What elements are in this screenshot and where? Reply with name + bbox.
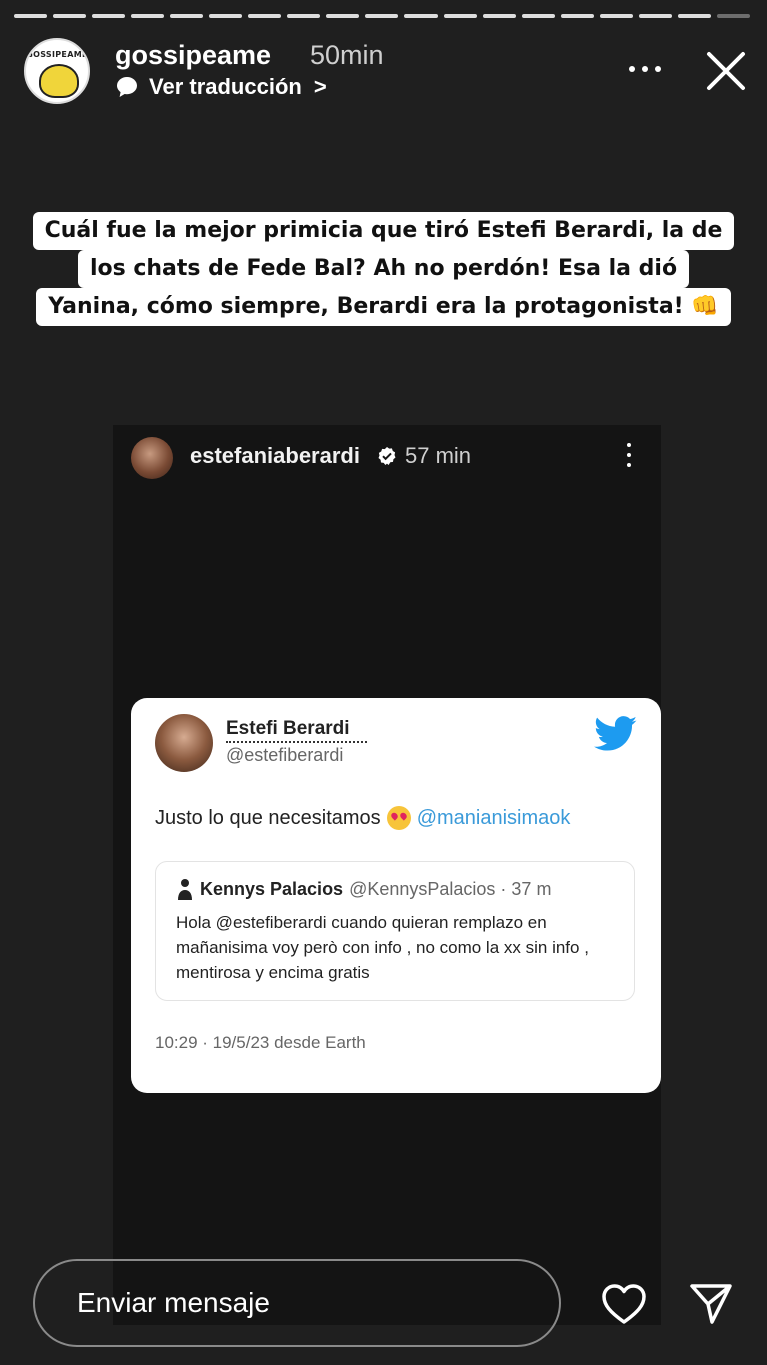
quoted-tweet-header: Kennys Palacios @KennysPalacios · 37 m (176, 878, 551, 900)
progress-segment (443, 14, 477, 18)
story-caption: Cuál fue la mejor primicia que tiró Este… (22, 212, 745, 326)
heart-eyes-emoji-icon (386, 806, 411, 830)
tweet-body: Justo lo que necesitamos (155, 806, 381, 829)
send-message-placeholder: Enviar mensaje (77, 1287, 270, 1318)
tweet-avatar (155, 714, 213, 772)
account-username[interactable]: gossipeame (115, 40, 271, 71)
progress-segment (326, 14, 360, 18)
verified-icon (378, 447, 396, 465)
chevron-right-icon: > (313, 74, 327, 99)
progress-segment (53, 14, 87, 18)
user-silhouette-icon (178, 879, 192, 900)
translate-link[interactable]: Ver traducción > (115, 74, 327, 100)
progress-segment (404, 14, 438, 18)
twitter-bird-icon (594, 716, 637, 751)
heart-icon[interactable] (600, 1282, 648, 1326)
tweet-mention: @manianisimaok (416, 806, 571, 829)
progress-segment (170, 14, 204, 18)
progress-segment (560, 14, 594, 18)
shared-post-username[interactable]: estefaniaberardi (190, 443, 360, 469)
tweet-text: Justo lo que necesitamos @manianisimaok (155, 806, 570, 830)
shared-post-time: 57 min (405, 443, 472, 468)
caption-line: Yanina, cómo siempre, Berardi era la pro… (36, 288, 731, 326)
progress-segment (14, 14, 48, 18)
speech-bubble-icon (117, 77, 137, 97)
account-logo-figure (39, 64, 79, 98)
story-time: 50min (310, 40, 384, 70)
progress-segment (248, 14, 282, 18)
name-scribble (226, 741, 367, 743)
progress-segment (638, 14, 672, 18)
quoted-tweet: Kennys Palacios @KennysPalacios · 37 m H… (155, 861, 635, 1001)
caption-line: los chats de Fede Bal? Ah no perdón! Esa… (77, 250, 690, 288)
tweet-author-handle: @estefiberardi (226, 745, 344, 765)
quoted-author-meta: @KennysPalacios · 37 m (349, 878, 552, 899)
account-logo-text: GOSSIPEAME (26, 50, 88, 59)
account-avatar[interactable]: GOSSIPEAME (24, 38, 90, 104)
progress-segment (92, 14, 126, 18)
progress-segment (521, 14, 555, 18)
progress-segment (365, 14, 399, 18)
progress-segment (482, 14, 516, 18)
story-progress-bar (14, 14, 750, 18)
progress-segment (287, 14, 321, 18)
quoted-author-name: Kennys Palacios (200, 878, 344, 899)
progress-segment (677, 14, 711, 18)
progress-segment (716, 14, 750, 18)
send-message-input[interactable]: Enviar mensaje (33, 1259, 561, 1347)
post-more-icon[interactable] (624, 443, 634, 467)
translate-label: Ver traducción (149, 74, 302, 99)
progress-segment (599, 14, 633, 18)
send-icon[interactable] (688, 1280, 734, 1326)
tweet-timestamp: 10:29 · 19/5/23 desde Earth (155, 1033, 366, 1052)
quoted-tweet-body: Hola @estefiberardi cuando quieran rempl… (176, 913, 589, 982)
close-icon[interactable] (703, 48, 749, 94)
progress-segment (131, 14, 165, 18)
shared-post-avatar[interactable] (131, 437, 173, 479)
progress-segment (209, 14, 243, 18)
more-icon[interactable] (625, 56, 665, 82)
caption-line: Cuál fue la mejor primicia que tiró Este… (32, 212, 735, 250)
tweet-card: Estefi Berardi @estefiberardi Justo lo q… (131, 698, 661, 1093)
tweet-author-name: Estefi Berardi (226, 718, 350, 739)
